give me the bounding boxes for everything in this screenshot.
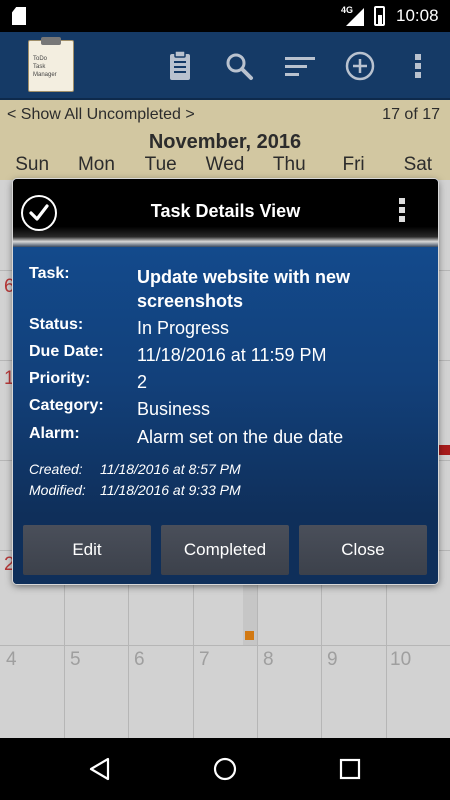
add-icon[interactable]	[340, 46, 380, 86]
created-label: Created:	[29, 461, 83, 477]
clipboard-clip	[41, 37, 61, 45]
recents-icon[interactable]	[337, 756, 363, 782]
network-type: 4G	[341, 5, 354, 15]
clock: 10:08	[396, 6, 439, 25]
field-label: Status:	[29, 316, 84, 333]
modified-label: Modified:	[29, 482, 86, 498]
field-label: Alarm:	[29, 425, 80, 442]
sort-icon[interactable]	[280, 46, 320, 86]
field-value: Business	[137, 399, 211, 419]
completed-button[interactable]: Completed	[161, 525, 289, 575]
navigation-bar	[0, 738, 450, 800]
home-icon[interactable]	[212, 756, 238, 782]
modified-value: 11/18/2016 at 9:33 PM	[100, 482, 241, 498]
battery-icon	[374, 6, 385, 26]
task-details-dialog: Task Details View Task: Update website w…	[13, 179, 438, 584]
search-icon[interactable]	[219, 46, 259, 86]
dialog-overflow-menu-icon[interactable]	[396, 198, 408, 228]
logo-line: Task	[33, 64, 46, 70]
created-value: 11/18/2016 at 8:57 PM	[100, 461, 241, 477]
status-bar: 4G 10:08	[0, 0, 450, 32]
app-logo[interactable]: ToDo Task Manager	[28, 37, 74, 92]
logo-line: ToDo	[33, 56, 48, 62]
dialog-footer: Edit Completed Close	[13, 515, 438, 584]
close-button[interactable]: Close	[299, 525, 427, 575]
field-label: Category:	[29, 397, 104, 414]
field-value: 2	[137, 372, 148, 392]
field-value: 11/18/2016 at 11:59 PM	[137, 345, 327, 365]
overflow-menu-icon[interactable]	[398, 46, 438, 86]
field-value: In Progress	[137, 318, 230, 338]
field-value: Update website with new screenshots	[137, 267, 351, 311]
app-bar: ToDo Task Manager	[0, 32, 450, 100]
clipboard-icon[interactable]	[160, 46, 200, 86]
sd-card-icon	[12, 7, 26, 25]
field-label: Priority:	[29, 370, 91, 387]
field-label: Task:	[29, 265, 70, 282]
dialog-body: Task: Update website with new screenshot…	[13, 247, 438, 515]
field-label: Due Date:	[29, 343, 104, 360]
dialog-header: Task Details View	[13, 179, 438, 247]
field-value: Alarm set on the due date	[137, 427, 344, 447]
logo-line: Manager	[33, 72, 57, 78]
edit-button[interactable]: Edit	[23, 525, 151, 575]
back-icon[interactable]	[87, 756, 113, 782]
dialog-title: Task Details View	[150, 201, 301, 221]
